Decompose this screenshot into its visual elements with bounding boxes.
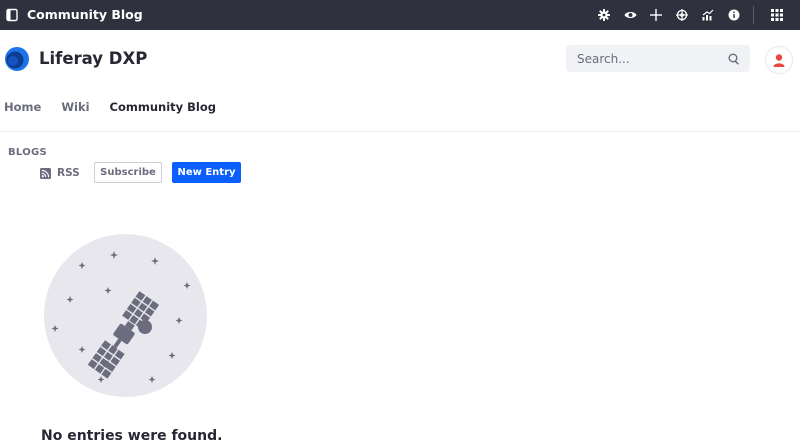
rss-link[interactable]: RSS (40, 165, 80, 181)
subscribe-button[interactable]: Subscribe (94, 162, 162, 183)
eye-icon[interactable] (617, 0, 643, 30)
search-icon[interactable] (727, 52, 740, 65)
nav-item-wiki[interactable]: Wiki (61, 98, 89, 116)
site-name[interactable]: Liferay DXP (39, 48, 147, 70)
simulation-icon[interactable] (669, 0, 695, 30)
empty-state-message: No entries were found. (41, 428, 223, 444)
control-menu-actions (591, 0, 800, 30)
plus-icon[interactable] (643, 0, 669, 30)
nav-divider (0, 131, 800, 132)
analytics-icon[interactable] (695, 0, 721, 30)
satellite-icon (44, 234, 207, 397)
search-box (566, 45, 750, 72)
control-menu-divider (753, 6, 754, 24)
user-icon (773, 53, 785, 67)
gear-icon[interactable] (591, 0, 617, 30)
site-logo-icon[interactable] (4, 46, 30, 72)
info-icon[interactable] (721, 0, 747, 30)
user-avatar[interactable] (765, 46, 793, 74)
rss-icon (40, 167, 51, 179)
nav-item-community-blog[interactable]: Community Blog (110, 98, 216, 116)
portlet-title: BLOGS (8, 147, 48, 158)
apps-grid-icon[interactable] (764, 0, 790, 30)
site-navigation: Home Wiki Community Blog (0, 98, 236, 116)
control-menu-title: Community Blog (27, 7, 143, 22)
control-menu: Community Blog (0, 0, 800, 30)
search-input[interactable] (566, 45, 716, 72)
sidebar-toggle-icon[interactable] (5, 6, 19, 24)
nav-item-home[interactable]: Home (4, 98, 41, 116)
new-entry-button[interactable]: New Entry (172, 162, 241, 183)
rss-label: RSS (57, 167, 80, 179)
